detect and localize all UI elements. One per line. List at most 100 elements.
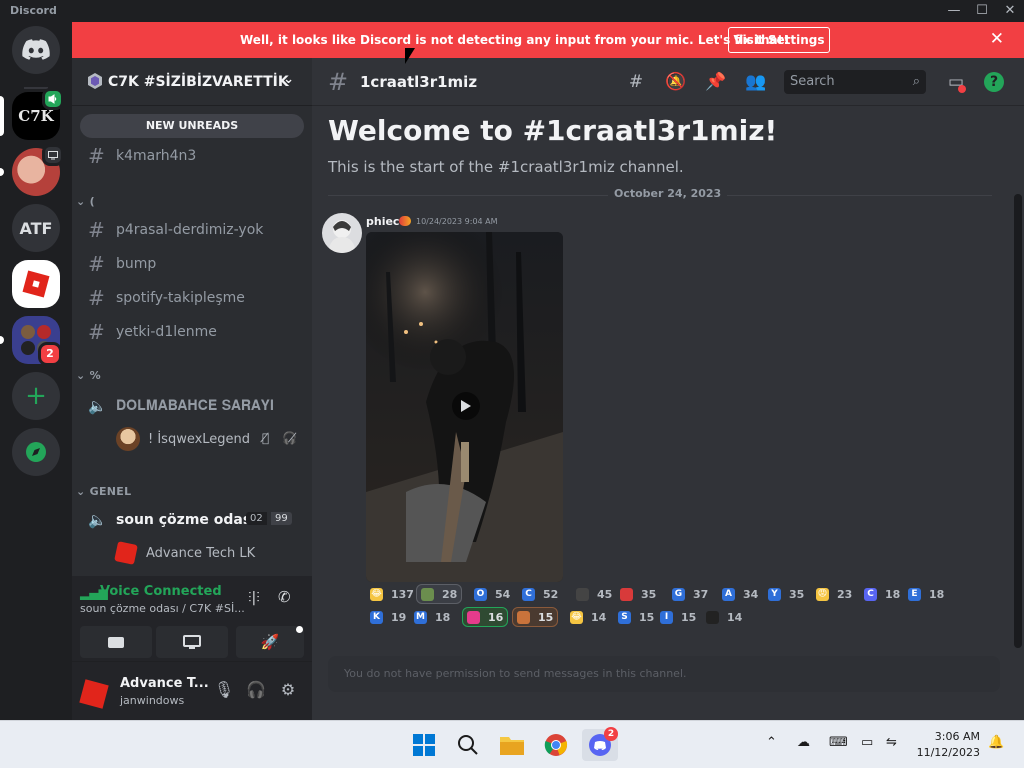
server-group[interactable]: 2 <box>12 316 62 366</box>
reaction-button[interactable]: 😂 14 <box>566 607 610 627</box>
reaction-button[interactable]: 😂 137 <box>366 584 418 604</box>
reaction-button[interactable]: 45 <box>572 584 616 604</box>
mention-badge: 2 <box>38 342 62 366</box>
search-button[interactable] <box>450 729 486 761</box>
reaction-button[interactable]: A 34 <box>718 584 762 604</box>
keyboard-icon[interactable]: ⌨ <box>829 735 848 750</box>
user-panel: Advance T... janwindows 🎙 🎧 ⚙ <box>72 662 312 720</box>
voice-status[interactable]: Voice Connected <box>100 584 222 599</box>
minimize-button[interactable]: — <box>940 0 968 22</box>
start-button[interactable] <box>406 729 442 761</box>
chat-area: # 1craatl3r1miz # 🔕 📌 👥 Search ⌕ ▭ ? Wel… <box>312 58 1024 720</box>
category-header[interactable]: ⌄ % <box>76 369 101 382</box>
play-icon[interactable] <box>452 392 480 420</box>
channel-k4marh4n3[interactable]: # k4marh4n3 <box>80 140 304 172</box>
microphone-icon[interactable]: 🎙 <box>212 680 236 702</box>
close-window-button[interactable]: ✕ <box>996 0 1024 22</box>
add-server-button[interactable]: + <box>12 372 60 420</box>
channel-spotify-takiplesme[interactable]: # spotify-takipleşme <box>80 282 304 314</box>
mute-notifications-icon[interactable]: 🔕 <box>664 70 688 94</box>
user-name[interactable]: Advance T... <box>120 676 209 691</box>
reaction-button[interactable]: 15 <box>512 607 559 627</box>
channel-label: yetki-d1lenme <box>116 324 217 340</box>
reaction-button[interactable]: 28 <box>416 584 463 604</box>
server-header[interactable]: C7K #SİZİBİZVARETTİK ⌄ <box>72 58 312 106</box>
pin-icon[interactable]: 📌 <box>704 70 728 94</box>
channel-bump[interactable]: # bump <box>80 248 304 280</box>
scrollbar[interactable] <box>1014 194 1022 648</box>
voice-user[interactable]: Advance Tech LK <box>114 539 255 567</box>
home-button[interactable] <box>12 26 60 74</box>
headphones-icon[interactable]: 🎧 <box>244 680 268 702</box>
reaction-emoji-icon: I <box>660 610 673 624</box>
new-unreads-bar[interactable]: NEW UNREADS <box>80 114 304 138</box>
message-composer[interactable]: You do not have permission to send messa… <box>328 656 1000 692</box>
hash-icon: # <box>88 286 105 310</box>
explore-servers-button[interactable] <box>12 428 60 476</box>
clock[interactable]: 3:06 AM 11/12/2023 <box>917 729 980 761</box>
visit-settings-button[interactable]: Visit Settings <box>728 27 830 53</box>
reaction-button[interactable]: 14 <box>702 607 746 627</box>
voice-user[interactable]: ! İsqwexLegend <box>116 425 250 453</box>
activity-dot <box>296 626 303 633</box>
reaction-button[interactable]: S 15 <box>614 607 658 627</box>
server-roblox[interactable] <box>12 260 60 308</box>
network-icon[interactable]: ⇋ <box>886 735 897 750</box>
voice-channel-dolmabahce[interactable]: 🔈 𝐃𝐎𝐋𝐌𝐀𝐁𝐀𝐇𝐂𝐄 𝐒𝐀𝐑𝐀𝐘𝐈 <box>80 390 304 422</box>
channel-p4rasal-derdimiz-yok[interactable]: # p4rasal-derdimiz-yok <box>80 214 304 246</box>
reaction-button[interactable]: K 19 <box>366 607 410 627</box>
reaction-count: 15 <box>681 610 697 624</box>
scrollbar-thumb[interactable] <box>1014 194 1022 648</box>
video-attachment[interactable] <box>366 232 563 582</box>
display-icon[interactable]: ▭ <box>861 735 873 750</box>
reaction-button[interactable]: M 18 <box>410 607 454 627</box>
nitro-badge-icon <box>399 216 411 226</box>
gear-icon[interactable]: ⚙ <box>276 680 300 702</box>
reaction-button[interactable]: 16 <box>462 607 509 627</box>
voice-channel-soun-cozme-odasi[interactable]: 🔈 soun çözme odası 02 99 <box>80 504 304 536</box>
activity-button[interactable]: 🚀 <box>236 626 304 658</box>
chrome-button[interactable] <box>538 729 574 761</box>
close-notice-icon[interactable]: ✕ <box>990 31 1004 48</box>
chevron-up-icon[interactable]: ⌃ <box>766 735 777 750</box>
reaction-button[interactable]: C 18 <box>860 584 904 604</box>
maximize-button[interactable]: ☐ <box>968 0 996 22</box>
reaction-button[interactable]: O 54 <box>470 584 514 604</box>
message-avatar[interactable] <box>322 213 362 253</box>
reaction-button[interactable]: Y 35 <box>764 584 808 604</box>
search-icon <box>458 735 478 755</box>
reaction-button[interactable]: 35 <box>616 584 660 604</box>
reaction-button[interactable]: E 18 <box>904 584 948 604</box>
threads-icon[interactable]: # <box>624 70 648 94</box>
reaction-button[interactable]: I 15 <box>656 607 700 627</box>
search-icon: ⌕ <box>912 74 920 89</box>
cloud-offline-icon[interactable]: ☁ <box>797 735 810 750</box>
screen-share-button[interactable] <box>156 626 228 658</box>
channel-yetki-d1lenme[interactable]: # yetki-d1lenme <box>80 316 304 348</box>
search-input[interactable]: Search ⌕ <box>784 70 926 94</box>
reaction-button[interactable]: G 37 <box>668 584 712 604</box>
taskbar: 2 ⌃ ☁ ⌨ ▭ ⇋ 3:06 AM 11/12/2023 🔔 <box>0 720 1024 768</box>
category-header[interactable]: ⌄ ( <box>76 195 95 208</box>
window-title: Discord <box>10 4 57 17</box>
category-header[interactable]: ⌄ GENEL <box>76 485 131 498</box>
server-c7k[interactable]: C7K <box>12 88 64 140</box>
disconnect-icon[interactable]: ✆ <box>278 588 291 606</box>
voice-location[interactable]: soun çözme odası / C7K #Sİ... <box>80 602 245 615</box>
server-avatar[interactable] <box>12 144 64 196</box>
noise-suppression-icon[interactable]: ⫶|⫶ <box>248 590 260 606</box>
title-bar: Discord — ☐ ✕ <box>0 0 1024 22</box>
user-avatar[interactable] <box>79 679 109 709</box>
help-icon[interactable]: ? <box>984 72 1004 92</box>
message-author[interactable]: phiec <box>366 215 399 228</box>
camera-button[interactable] <box>80 626 152 658</box>
notification-bell-icon[interactable]: 🔔 <box>988 735 1004 750</box>
file-explorer-button[interactable] <box>494 729 530 761</box>
discord-window: Discord — ☐ ✕ C7K ATF 2 + Well, it looks… <box>0 0 1024 768</box>
discord-taskbar-button[interactable]: 2 <box>582 727 618 761</box>
reaction-button[interactable]: 😡 23 <box>812 584 856 604</box>
server-atf[interactable]: ATF <box>12 204 60 252</box>
member-list-icon[interactable]: 👥 <box>744 70 768 94</box>
hash-icon: # <box>88 252 105 276</box>
reaction-button[interactable]: C 52 <box>518 584 562 604</box>
